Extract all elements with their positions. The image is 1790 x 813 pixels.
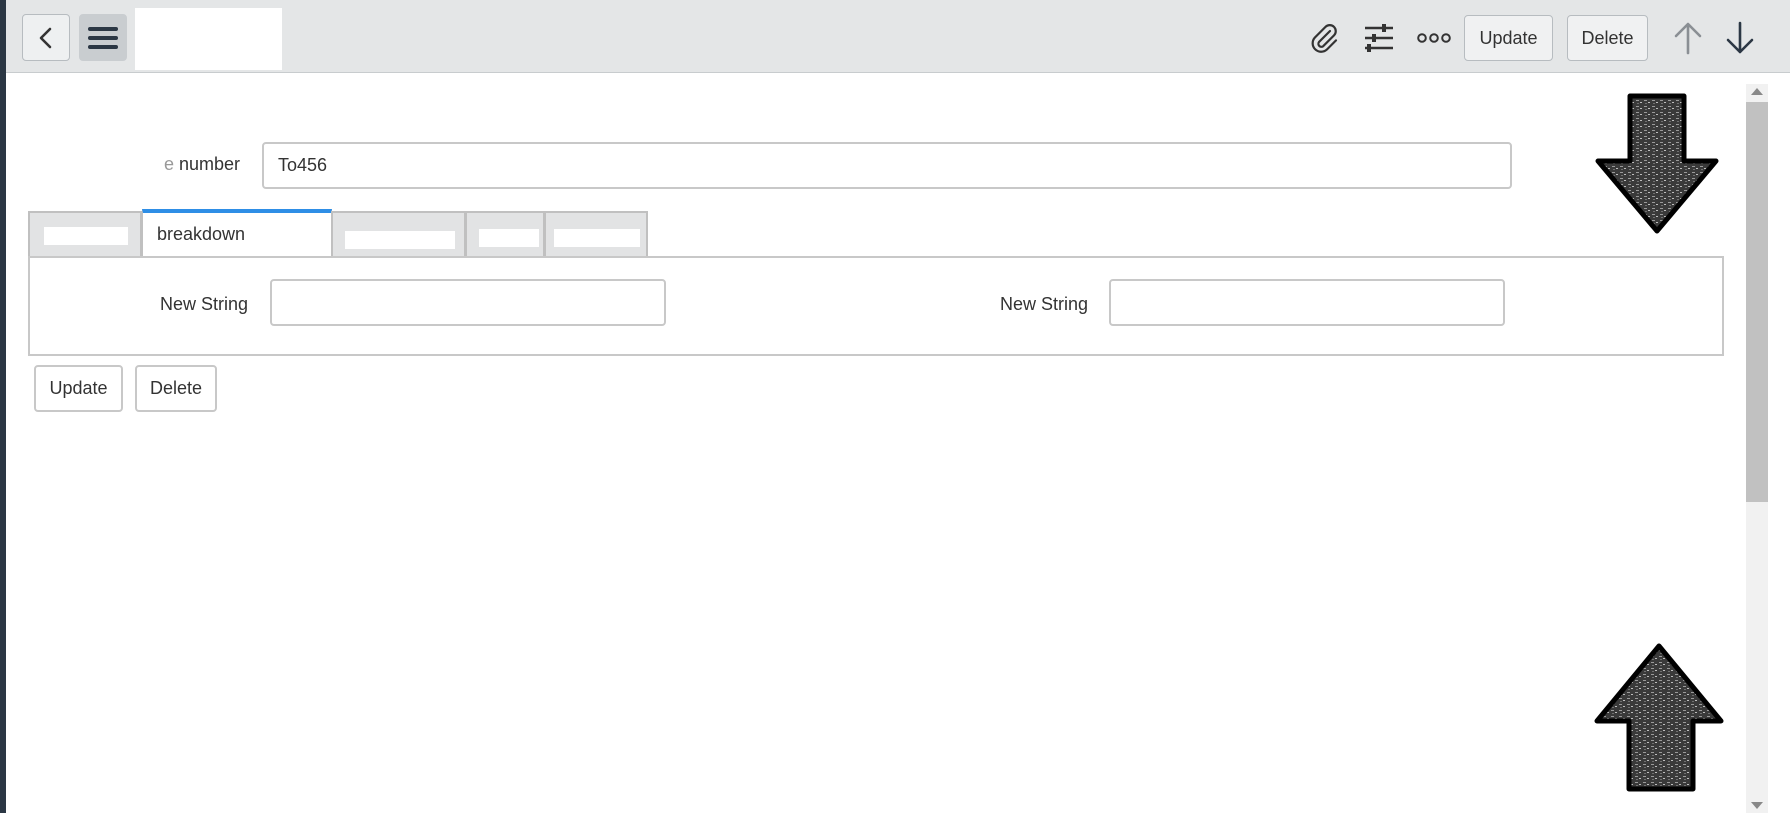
tab-breakdown[interactable]: breakdown bbox=[142, 209, 332, 257]
personalize-form-button[interactable] bbox=[1361, 20, 1397, 56]
chevron-left-icon bbox=[39, 27, 52, 48]
form-update-button[interactable]: Update bbox=[34, 365, 123, 412]
new-string-label-2: New String bbox=[999, 294, 1088, 314]
tab-4[interactable] bbox=[465, 211, 545, 257]
hamburger-menu-icon bbox=[88, 26, 118, 49]
menu-button[interactable] bbox=[79, 14, 127, 61]
new-string-label-1: New String bbox=[159, 294, 248, 314]
header-update-button[interactable]: Update bbox=[1464, 15, 1553, 61]
vertical-scrollbar[interactable] bbox=[1746, 84, 1768, 813]
number-label-text: number bbox=[178, 154, 240, 174]
arrow-up-icon bbox=[1674, 22, 1702, 55]
record-title-redacted bbox=[135, 8, 282, 70]
redacted-tab-label bbox=[554, 229, 640, 247]
tab-3[interactable] bbox=[331, 211, 466, 257]
header-delete-button[interactable]: Delete bbox=[1567, 15, 1648, 61]
paperclip-icon bbox=[1311, 24, 1338, 53]
scroll-thumb[interactable] bbox=[1746, 102, 1768, 502]
more-options-icon bbox=[1417, 33, 1451, 43]
large-down-arrow-icon[interactable] bbox=[1595, 93, 1719, 235]
form-delete-button[interactable]: Delete bbox=[135, 365, 217, 412]
new-string-field-1[interactable] bbox=[270, 279, 666, 326]
new-string-field-2[interactable] bbox=[1109, 279, 1505, 326]
large-up-arrow-icon[interactable] bbox=[1594, 643, 1724, 793]
tab-5[interactable] bbox=[544, 211, 648, 257]
previous-record-button[interactable] bbox=[1670, 20, 1706, 56]
redacted-tab-label bbox=[44, 227, 128, 245]
redacted-tab-label bbox=[479, 229, 539, 247]
left-edge bbox=[0, 0, 6, 813]
back-button[interactable] bbox=[22, 14, 70, 61]
scroll-down-icon[interactable] bbox=[1751, 802, 1763, 809]
sliders-icon bbox=[1365, 24, 1393, 52]
scroll-up-icon[interactable] bbox=[1751, 88, 1763, 95]
next-record-button[interactable] bbox=[1722, 20, 1758, 56]
tab-1[interactable] bbox=[28, 211, 142, 257]
tab-breakdown-label: breakdown bbox=[157, 224, 246, 244]
more-options-button[interactable] bbox=[1416, 20, 1452, 56]
tab-panel-breakdown: New String New String bbox=[28, 256, 1724, 356]
number-label: e number bbox=[163, 154, 240, 174]
bottom-strip bbox=[6, 803, 1746, 813]
redacted-tab-label bbox=[345, 231, 455, 249]
number-field[interactable]: To456 bbox=[262, 142, 1512, 189]
attachment-button[interactable] bbox=[1306, 20, 1342, 56]
arrow-down-icon bbox=[1726, 21, 1754, 54]
form-header: Update Delete bbox=[6, 0, 1790, 73]
